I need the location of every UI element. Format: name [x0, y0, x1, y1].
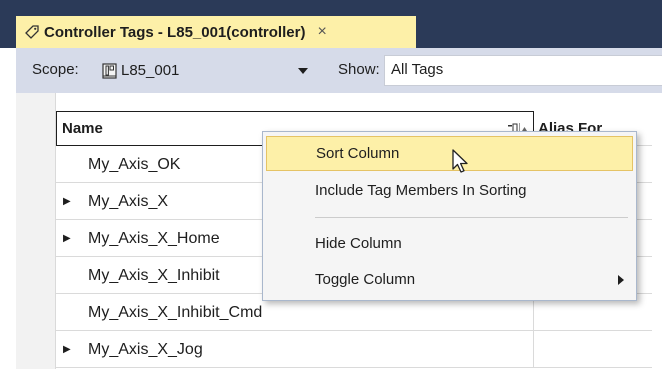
menu-item-label: Toggle Column: [315, 271, 416, 288]
menu-item-sort-column[interactable]: Sort Column: [266, 136, 633, 171]
tab-controller-tags[interactable]: Controller Tags - L85_001(controller) ×: [16, 16, 416, 48]
scope-value: L85_001: [121, 62, 180, 79]
tag-icon: [25, 25, 39, 39]
close-icon[interactable]: ×: [317, 23, 326, 41]
tag-name: My_Axis_X_Jog: [88, 340, 203, 358]
tag-name: My_Axis_X_Inhibit: [88, 266, 220, 284]
tag-name: My_Axis_X_Inhibit_Cmd: [88, 303, 263, 321]
menu-item-label: Sort Column: [316, 145, 400, 162]
table-row[interactable]: ▶ My_Axis_X_Jog: [56, 331, 662, 368]
grid-right-edge: [652, 93, 662, 369]
column-header-label: Name: [62, 120, 103, 137]
tag-name: My_Axis_OK: [88, 155, 181, 173]
show-filter-field[interactable]: All Tags: [384, 55, 662, 86]
menu-item-label: Hide Column: [315, 235, 402, 252]
document-tab-strip: Controller Tags - L85_001(controller) ×: [0, 0, 662, 48]
menu-item-toggle-column[interactable]: Toggle Column: [266, 262, 633, 297]
chevron-right-icon: [618, 275, 624, 285]
controller-tags-window: Controller Tags - L85_001(controller) × …: [0, 0, 662, 369]
cell-name: ▶ My_Axis_X_Jog: [56, 331, 534, 368]
controller-icon: [102, 62, 117, 79]
column-context-menu: Sort Column Include Tag Members In Sorti…: [262, 131, 637, 301]
expand-arrow-icon[interactable]: ▶: [63, 233, 77, 244]
tag-name: My_Axis_X: [88, 192, 169, 210]
expand-arrow-icon[interactable]: ▶: [63, 344, 77, 355]
tab-title: Controller Tags - L85_001(controller): [44, 23, 306, 41]
row-header-column: [16, 93, 56, 369]
tag-name: My_Axis_X_Home: [88, 229, 220, 247]
mouse-pointer-icon: [452, 149, 468, 173]
tags-toolbar: Scope: L85_001 Show: All Tags: [16, 48, 662, 93]
scope-dropdown[interactable]: L85_001: [101, 57, 314, 84]
scope-label: Scope:: [32, 61, 79, 78]
chevron-down-icon[interactable]: [298, 68, 308, 74]
menu-separator: [315, 217, 628, 218]
menu-item-label: Include Tag Members In Sorting: [315, 182, 527, 199]
show-label: Show:: [338, 61, 380, 78]
menu-item-hide-column[interactable]: Hide Column: [266, 226, 633, 261]
expand-arrow-icon[interactable]: ▶: [63, 196, 77, 207]
menu-item-include-tag-members[interactable]: Include Tag Members In Sorting: [266, 173, 633, 208]
